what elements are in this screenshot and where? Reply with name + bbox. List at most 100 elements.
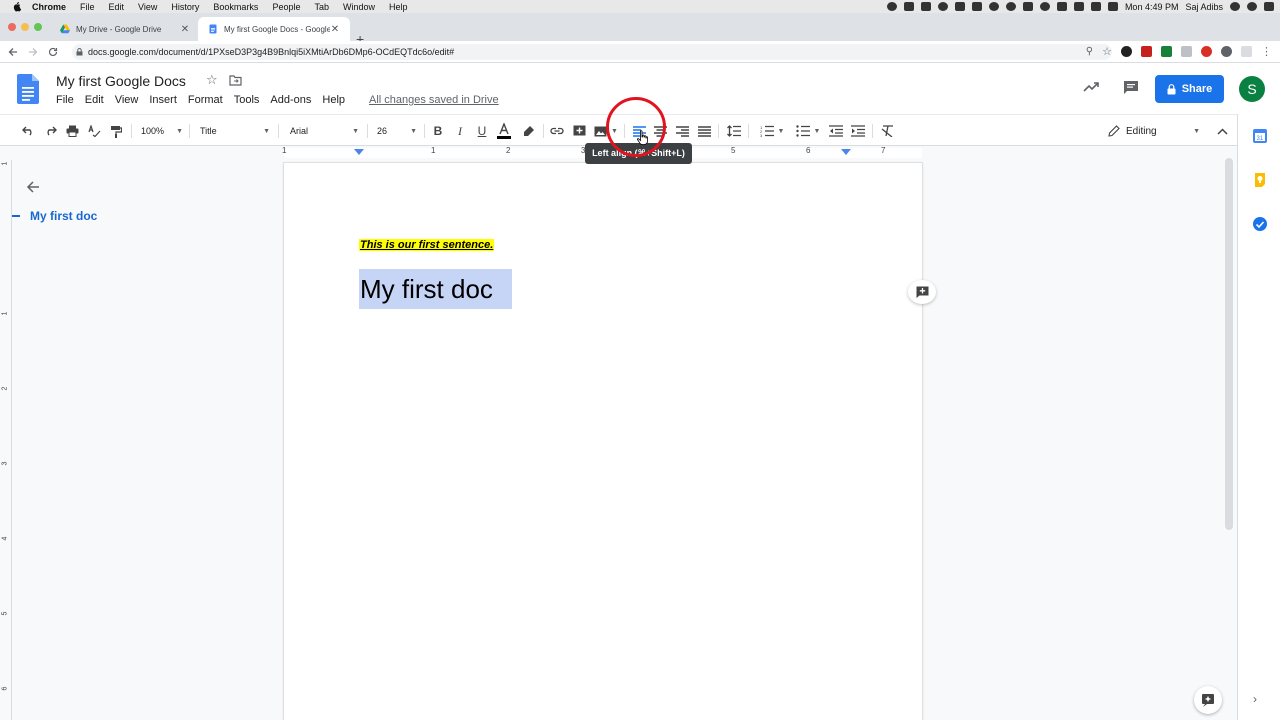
- hide-menus-icon[interactable]: [1214, 123, 1230, 139]
- comment-history-icon[interactable]: [1123, 80, 1139, 95]
- font-select[interactable]: Arial ▼: [290, 123, 359, 139]
- increase-indent-icon[interactable]: [850, 123, 866, 139]
- close-tab-icon[interactable]: ✕: [180, 24, 190, 35]
- google-docs-logo-icon[interactable]: [17, 74, 39, 104]
- app-status-icon[interactable]: [988, 2, 999, 11]
- calendar-icon[interactable]: 31: [1252, 128, 1268, 144]
- close-outline-icon[interactable]: [25, 179, 41, 195]
- creative-cloud-icon[interactable]: [937, 2, 948, 11]
- extension-icon[interactable]: [1121, 46, 1132, 57]
- vertical-ruler[interactable]: 1 1 2 3 4 5 6: [0, 160, 12, 720]
- keep-icon[interactable]: [1252, 172, 1268, 188]
- print-icon[interactable]: [64, 123, 80, 139]
- activity-dashboard-icon[interactable]: [1083, 81, 1099, 93]
- close-tab-icon[interactable]: ✕: [330, 24, 340, 35]
- insert-link-icon[interactable]: [549, 123, 565, 139]
- maximize-window-button[interactable]: [34, 23, 42, 31]
- font-size-select[interactable]: 26 ▼: [377, 123, 417, 139]
- tab-my-drive[interactable]: My Drive - Google Drive ✕: [50, 17, 200, 41]
- save-status-link[interactable]: All changes saved in Drive: [369, 94, 499, 106]
- back-icon[interactable]: [6, 45, 20, 59]
- menu-help[interactable]: Help: [389, 2, 408, 12]
- docs-menu-edit[interactable]: Edit: [85, 94, 104, 106]
- minimize-window-button[interactable]: [21, 23, 29, 31]
- forward-icon[interactable]: [26, 45, 40, 59]
- menu-app-name[interactable]: Chrome: [32, 2, 66, 12]
- undo-icon[interactable]: [20, 123, 36, 139]
- bulleted-list-button[interactable]: ▼: [793, 123, 823, 139]
- bookmark-star-icon[interactable]: ☆: [1102, 45, 1112, 58]
- clear-formatting-icon[interactable]: [879, 123, 895, 139]
- explore-button[interactable]: [1194, 686, 1222, 714]
- battery-icon[interactable]: [1107, 2, 1118, 11]
- menu-bookmarks[interactable]: Bookmarks: [213, 2, 258, 12]
- menu-file[interactable]: File: [80, 2, 95, 12]
- redo-icon[interactable]: [42, 123, 58, 139]
- apple-icon[interactable]: [12, 1, 22, 12]
- docs-menu-format[interactable]: Format: [188, 94, 223, 106]
- user-name[interactable]: Saj Adibs: [1185, 2, 1223, 12]
- docs-menu-file[interactable]: File: [56, 94, 74, 106]
- justify-icon[interactable]: [696, 123, 712, 139]
- extension-beta-icon[interactable]: [1161, 46, 1172, 57]
- cursor-icon[interactable]: [920, 2, 931, 11]
- reload-icon[interactable]: [46, 45, 60, 59]
- document-title[interactable]: My first Google Docs: [56, 73, 186, 89]
- italic-icon[interactable]: I: [452, 123, 468, 139]
- document-scrollbar[interactable]: [1225, 158, 1233, 530]
- extension-icon[interactable]: [1221, 46, 1232, 57]
- close-window-button[interactable]: [8, 23, 16, 31]
- expand-side-panel-icon[interactable]: ›: [1253, 692, 1257, 706]
- extension-icon[interactable]: [1201, 46, 1212, 57]
- bold-icon[interactable]: B: [430, 123, 446, 139]
- docs-menu-tools[interactable]: Tools: [234, 94, 260, 106]
- clock[interactable]: Mon 4:49 PM: [1125, 2, 1179, 12]
- document-page[interactable]: This is our first sentence. My first doc: [284, 163, 922, 720]
- dropbox-icon[interactable]: [971, 2, 982, 11]
- address-bar[interactable]: docs.google.com/document/d/1PXseD3P3g4B9…: [72, 44, 1112, 60]
- time-machine-icon[interactable]: [1039, 2, 1050, 11]
- highlighted-sentence[interactable]: This is our first sentence.: [359, 239, 495, 251]
- share-button[interactable]: Share: [1155, 75, 1224, 103]
- chrome-menu-icon[interactable]: ⋮: [1261, 45, 1272, 58]
- tab-google-docs[interactable]: My first Google Docs - Google ✕: [198, 17, 350, 41]
- extension-icon[interactable]: [1141, 46, 1152, 57]
- docs-menu-addons[interactable]: Add-ons: [270, 94, 311, 106]
- left-indent-marker[interactable]: [354, 149, 364, 155]
- volume-icon[interactable]: [1090, 2, 1101, 11]
- notification-center-icon[interactable]: [1264, 2, 1274, 11]
- menu-view[interactable]: View: [138, 2, 157, 12]
- paragraph-style-select[interactable]: Title ▼: [200, 123, 270, 139]
- star-icon[interactable]: ☆: [206, 73, 219, 86]
- move-to-folder-icon[interactable]: [229, 75, 242, 86]
- highlight-color-icon[interactable]: [520, 123, 536, 139]
- app-badge-icon[interactable]: [1005, 2, 1016, 11]
- account-avatar[interactable]: S: [1239, 76, 1265, 102]
- text-color-icon[interactable]: [496, 123, 512, 139]
- lock-status-icon[interactable]: [1056, 2, 1067, 11]
- decrease-indent-icon[interactable]: [828, 123, 844, 139]
- add-comment-button[interactable]: [908, 280, 936, 304]
- insert-comment-icon[interactable]: [571, 123, 587, 139]
- screenshot-icon[interactable]: [903, 2, 914, 11]
- menu-tab[interactable]: Tab: [314, 2, 329, 12]
- window-icon[interactable]: [954, 2, 965, 11]
- numbered-list-button[interactable]: 123 ▼: [757, 123, 787, 139]
- menu-window[interactable]: Window: [343, 2, 375, 12]
- record-icon[interactable]: [886, 2, 897, 11]
- paint-format-icon[interactable]: [108, 123, 124, 139]
- extension-icon[interactable]: [1181, 46, 1192, 57]
- extension-icon[interactable]: [1241, 46, 1252, 57]
- menu-edit[interactable]: Edit: [109, 2, 125, 12]
- line-spacing-icon[interactable]: [726, 123, 742, 139]
- right-indent-marker[interactable]: [841, 149, 851, 155]
- tasks-icon[interactable]: [1252, 216, 1268, 232]
- docs-menu-insert[interactable]: Insert: [149, 94, 177, 106]
- menu-people[interactable]: People: [272, 2, 300, 12]
- siri-icon[interactable]: [1247, 2, 1257, 11]
- underline-icon[interactable]: U: [474, 123, 490, 139]
- spotlight-icon[interactable]: [1230, 2, 1240, 11]
- pen-icon[interactable]: [1022, 2, 1033, 11]
- zoom-icon[interactable]: ⚲: [1086, 46, 1093, 57]
- editing-mode-select[interactable]: Editing ▼: [1108, 123, 1200, 139]
